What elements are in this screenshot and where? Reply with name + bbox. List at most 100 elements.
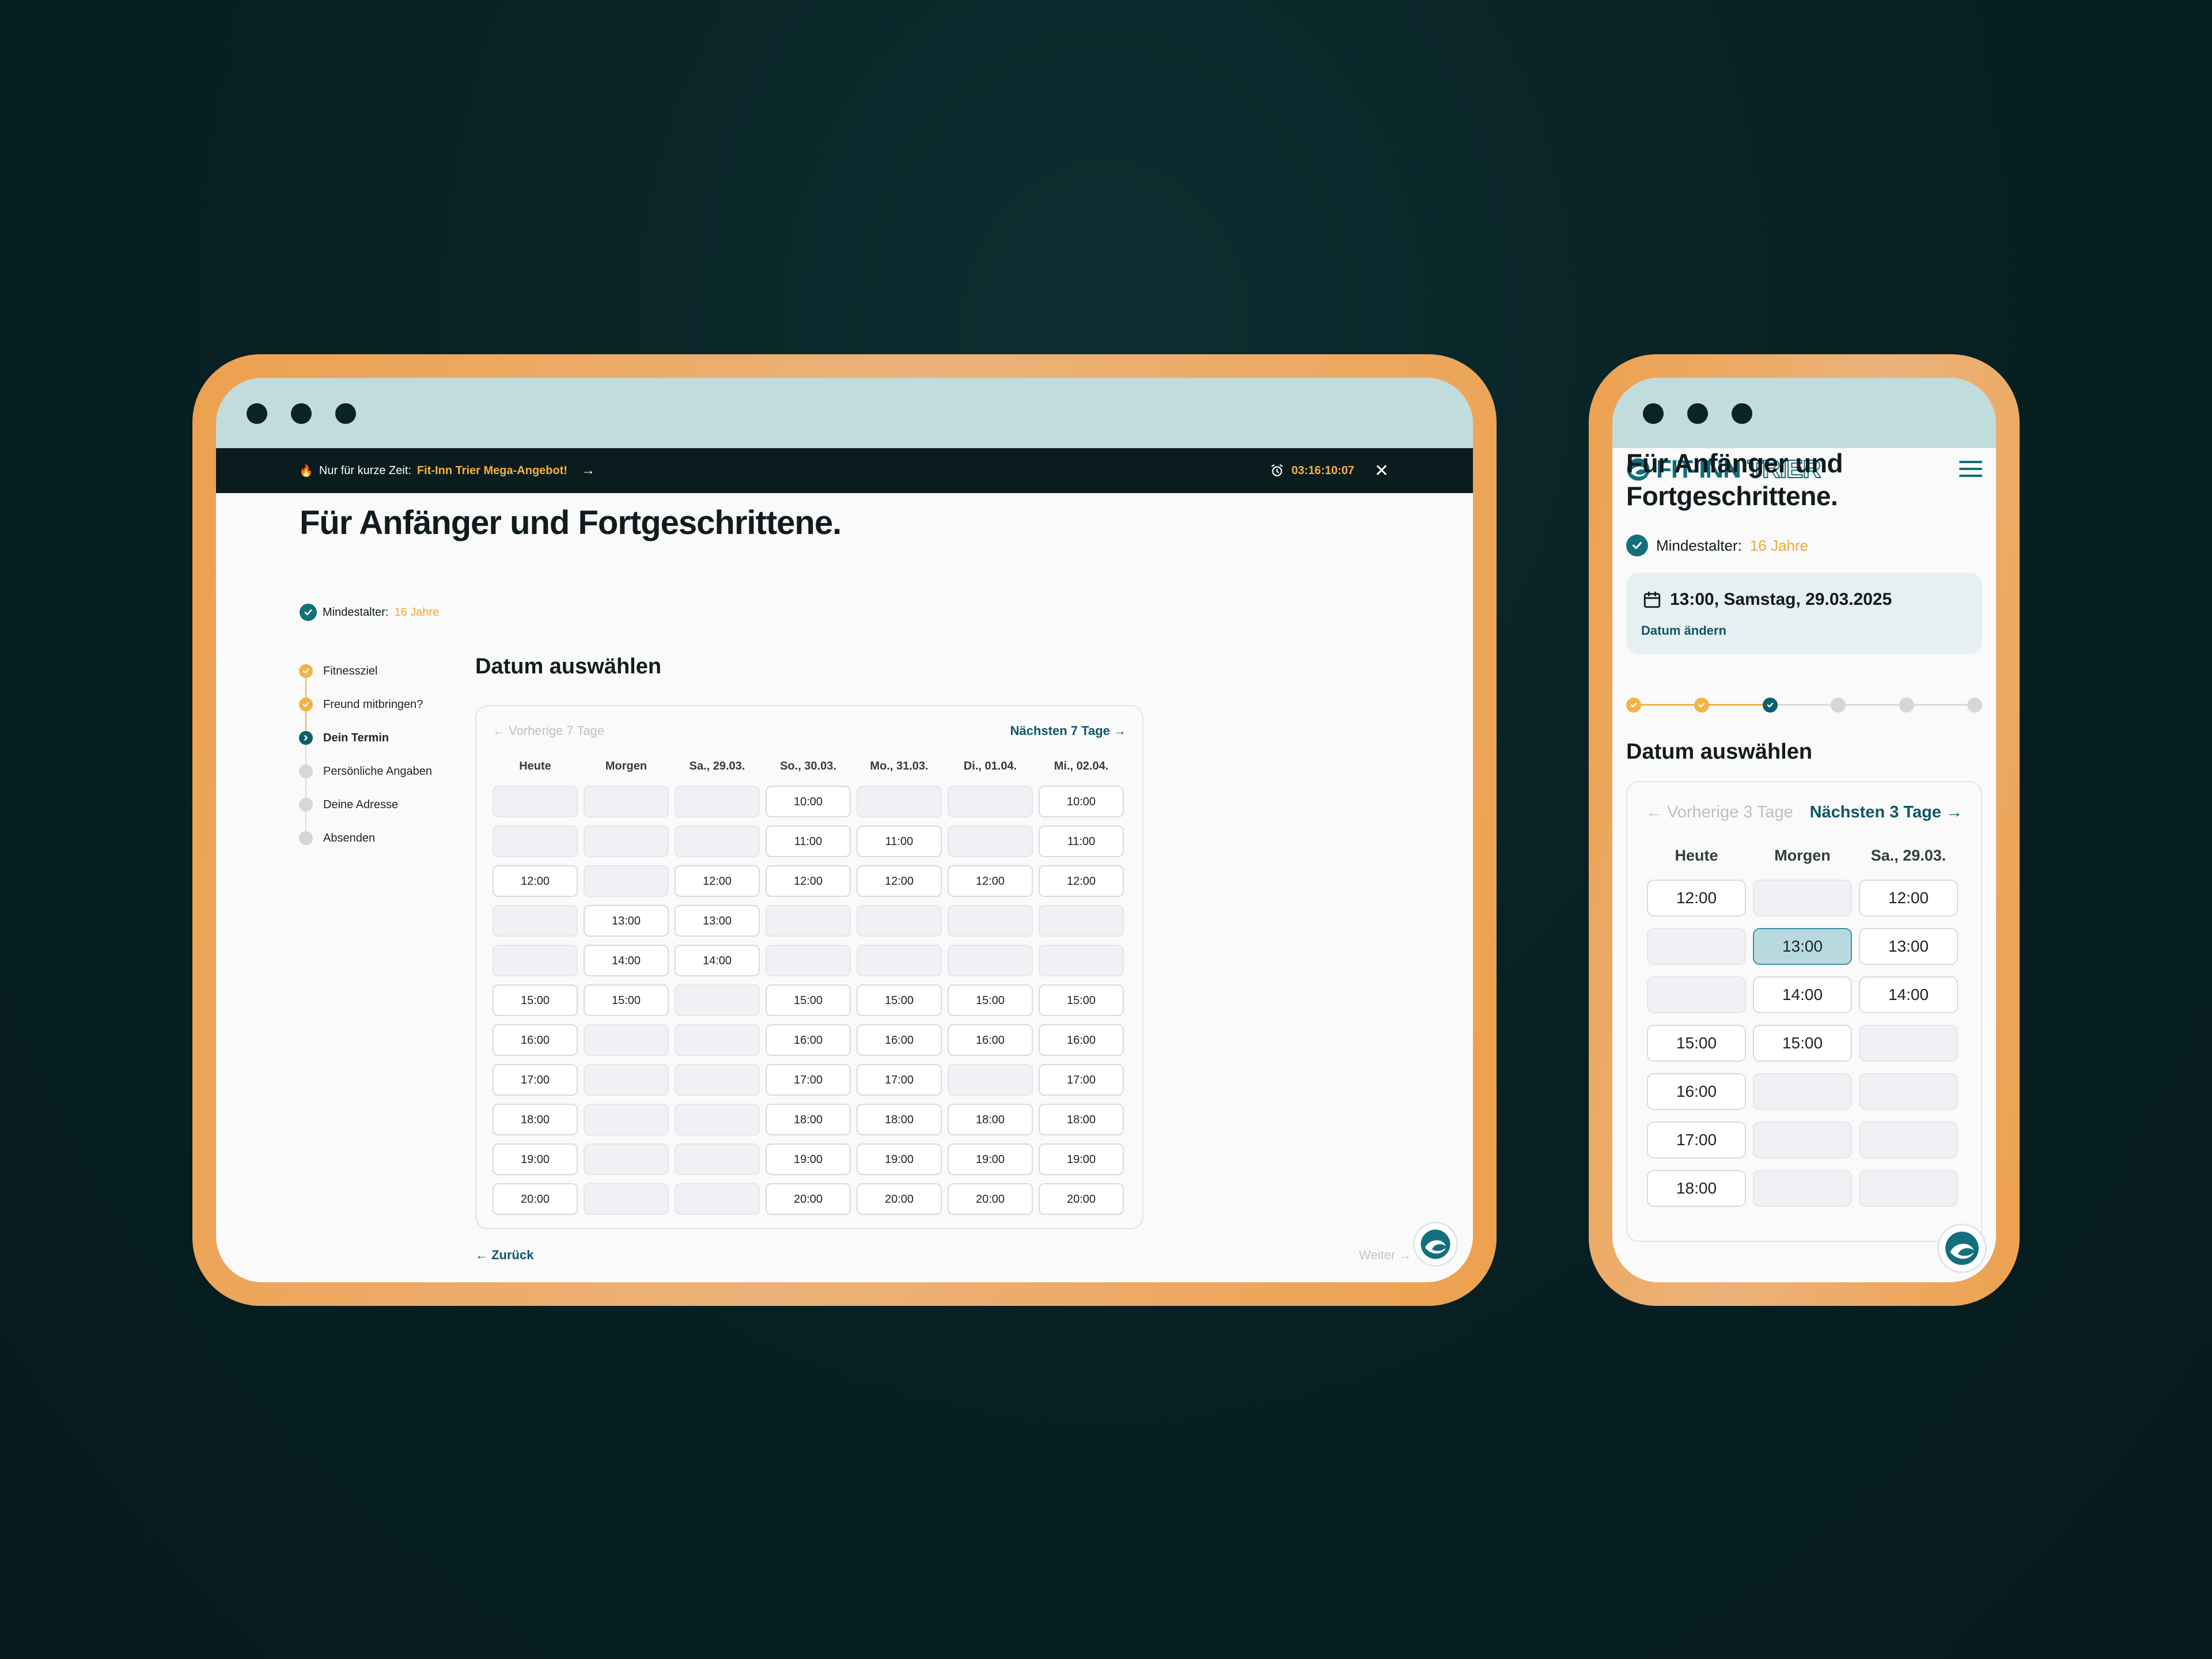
- step-item[interactable]: Dein Termin: [299, 721, 460, 764]
- timeslot-button[interactable]: 18:00: [948, 1104, 1033, 1135]
- day-header: Heute: [519, 760, 551, 772]
- timeslot-button[interactable]: 19:00: [493, 1143, 578, 1175]
- next-week-button[interactable]: Nächsten 7 Tage →: [1010, 724, 1126, 738]
- progress-check-icon: [1694, 698, 1710, 713]
- timeslot-button[interactable]: 11:00: [766, 825, 851, 857]
- day-header: Morgen: [1774, 847, 1831, 864]
- timeslot-button[interactable]: 18:00: [766, 1104, 851, 1135]
- timeslot-button[interactable]: 17:00: [766, 1064, 851, 1096]
- step-label: Fitnessziel: [323, 664, 378, 677]
- timeslot-button[interactable]: 17:00: [857, 1064, 942, 1096]
- step-item[interactable]: Fitnessziel: [299, 654, 460, 698]
- timeslot-unavailable: [857, 786, 942, 817]
- timeslot-button[interactable]: 13:00: [584, 905, 669, 937]
- step-list: Fitnessziel Freund mitbringen? Dein Termin…: [299, 654, 460, 855]
- timeslot-button[interactable]: 18:00: [493, 1104, 578, 1135]
- timeslot-button[interactable]: 17:00: [493, 1064, 578, 1096]
- timeslot-button[interactable]: 16:00: [493, 1024, 578, 1056]
- timeslot-button[interactable]: 18:00: [857, 1104, 942, 1135]
- timeslot-button[interactable]: 16:00: [948, 1024, 1033, 1056]
- timeslot-button[interactable]: 12:00: [766, 865, 851, 897]
- timeslot-button[interactable]: 12:00: [1039, 865, 1124, 897]
- min-age-label: Mindestalter:: [323, 605, 389, 619]
- timeslot-button[interactable]: 12:00: [1859, 880, 1958, 916]
- step-label: Persönliche Angaben: [323, 764, 433, 778]
- timeslot-button[interactable]: 14:00: [675, 945, 760, 976]
- step-item[interactable]: Persönliche Angaben: [299, 755, 460, 798]
- timeslot-button[interactable]: 12:00: [948, 865, 1033, 897]
- timeslot-button[interactable]: 18:00: [1647, 1170, 1746, 1207]
- promo-link[interactable]: 🔥 Nur für kurze Zeit: Fit-Inn Trier Mega…: [299, 448, 595, 493]
- prev-days-button[interactable]: ← Vorherige 3 Tage: [1646, 803, 1793, 822]
- timeslot-unavailable: [1859, 1025, 1958, 1062]
- timeslot-button[interactable]: 14:00: [1753, 976, 1852, 1013]
- chat-logo-button[interactable]: [1413, 1222, 1458, 1267]
- step-item[interactable]: Deine Adresse: [299, 788, 460, 831]
- timeslot-button[interactable]: 16:00: [1039, 1024, 1124, 1056]
- timeslot-button[interactable]: 12:00: [493, 865, 578, 897]
- mobile-viewport: FIT-INN TRIER Für Anfänger und Fortgesch…: [1612, 378, 1996, 1282]
- chat-logo-button[interactable]: [1937, 1224, 1987, 1273]
- timeslot-button[interactable]: 15:00: [948, 984, 1033, 1016]
- step-item[interactable]: Freund mitbringen?: [299, 688, 460, 731]
- timeslot-button[interactable]: 14:00: [1859, 976, 1958, 1013]
- timeslot-button[interactable]: 15:00: [493, 984, 578, 1016]
- timeslot-unavailable: [948, 945, 1033, 976]
- timeslot-unavailable: [1753, 1170, 1852, 1207]
- step-done-icon: [299, 698, 313, 711]
- change-date-link[interactable]: Datum ändern: [1641, 623, 1726, 638]
- timeslot-button[interactable]: 14:00: [584, 945, 669, 976]
- timeslot-button[interactable]: 19:00: [766, 1143, 851, 1175]
- timeslot-unavailable: [1859, 1073, 1958, 1110]
- timeslot-unavailable: [1647, 928, 1746, 965]
- timeslot-button[interactable]: 20:00: [857, 1183, 942, 1215]
- timeslot-button[interactable]: 13:00: [1753, 928, 1852, 965]
- timeslot-button[interactable]: 12:00: [1647, 880, 1746, 916]
- timeslot-button[interactable]: 10:00: [766, 786, 851, 817]
- progress-pending-icon: [1967, 698, 1982, 713]
- timeslot-button[interactable]: 15:00: [857, 984, 942, 1016]
- min-age-row: Mindestalter: 16 Jahre: [1626, 535, 1808, 556]
- progress-connector: [1838, 704, 1907, 706]
- timeslot-button[interactable]: 17:00: [1647, 1122, 1746, 1158]
- timeslot-button[interactable]: 15:00: [1039, 984, 1124, 1016]
- timeslot-button[interactable]: 20:00: [766, 1183, 851, 1215]
- timeslot-button[interactable]: 16:00: [766, 1024, 851, 1056]
- timeslot-button[interactable]: 12:00: [857, 865, 942, 897]
- progress-connector: [1634, 704, 1702, 706]
- timeslot-button[interactable]: 16:00: [857, 1024, 942, 1056]
- menu-icon[interactable]: [1959, 461, 1982, 482]
- timeslot-unavailable: [493, 786, 578, 817]
- timeslot-button[interactable]: 18:00: [1039, 1104, 1124, 1135]
- timeslot-unavailable: [584, 1183, 669, 1215]
- timeslot-button[interactable]: 10:00: [1039, 786, 1124, 817]
- timeslot-button[interactable]: 16:00: [1647, 1073, 1746, 1110]
- prev-week-button[interactable]: ← Vorherige 7 Tage: [493, 724, 604, 738]
- min-age-value: 16 Jahre: [394, 605, 440, 619]
- timeslot-button[interactable]: 15:00: [1647, 1025, 1746, 1062]
- timeslot-button[interactable]: 20:00: [493, 1183, 578, 1215]
- step-current-icon: [299, 731, 313, 745]
- timeslot-button[interactable]: 13:00: [675, 905, 760, 937]
- timeslot-button[interactable]: 15:00: [766, 984, 851, 1016]
- next-days-button[interactable]: Nächsten 3 Tage →: [1810, 803, 1963, 822]
- timeslot-button[interactable]: 11:00: [857, 825, 942, 857]
- close-banner-button[interactable]: ✕: [1374, 448, 1389, 493]
- timeslot-button[interactable]: 13:00: [1859, 928, 1958, 965]
- timeslot-unavailable: [1859, 1122, 1958, 1158]
- timeslot-button[interactable]: 19:00: [1039, 1143, 1124, 1175]
- timeslot-button[interactable]: 17:00: [1039, 1064, 1124, 1096]
- timeslot-button[interactable]: 12:00: [675, 865, 760, 897]
- step-item[interactable]: Absenden: [299, 821, 460, 855]
- timeslot-button[interactable]: 20:00: [948, 1183, 1033, 1215]
- back-button[interactable]: ← Zurück: [475, 1248, 533, 1263]
- timeslot-button[interactable]: 15:00: [1753, 1025, 1852, 1062]
- day-header: Heute: [1675, 847, 1718, 864]
- timeslot-button[interactable]: 19:00: [948, 1143, 1033, 1175]
- timeslot-button[interactable]: 19:00: [857, 1143, 942, 1175]
- timeslot-unavailable: [948, 905, 1033, 937]
- timeslot-button[interactable]: 15:00: [584, 984, 669, 1016]
- next-button[interactable]: Weiter →: [1359, 1248, 1411, 1263]
- timeslot-button[interactable]: 11:00: [1039, 825, 1124, 857]
- timeslot-button[interactable]: 20:00: [1039, 1183, 1124, 1215]
